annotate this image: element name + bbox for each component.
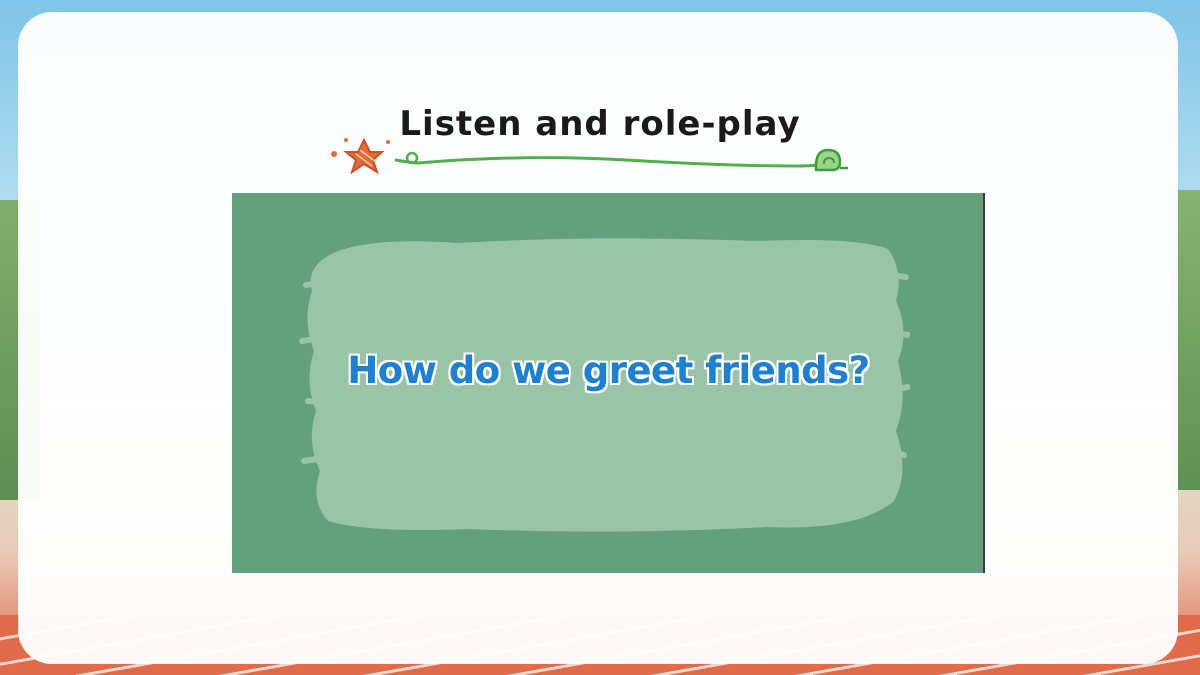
star-doodle-icon (331, 137, 390, 175)
video-player[interactable]: How do we greet friends? (232, 193, 985, 573)
vine-line (394, 151, 818, 168)
snail-doodle-icon (814, 148, 848, 172)
title-underline-decoration (331, 137, 848, 175)
video-question-text: How do we greet friends? (347, 349, 870, 392)
